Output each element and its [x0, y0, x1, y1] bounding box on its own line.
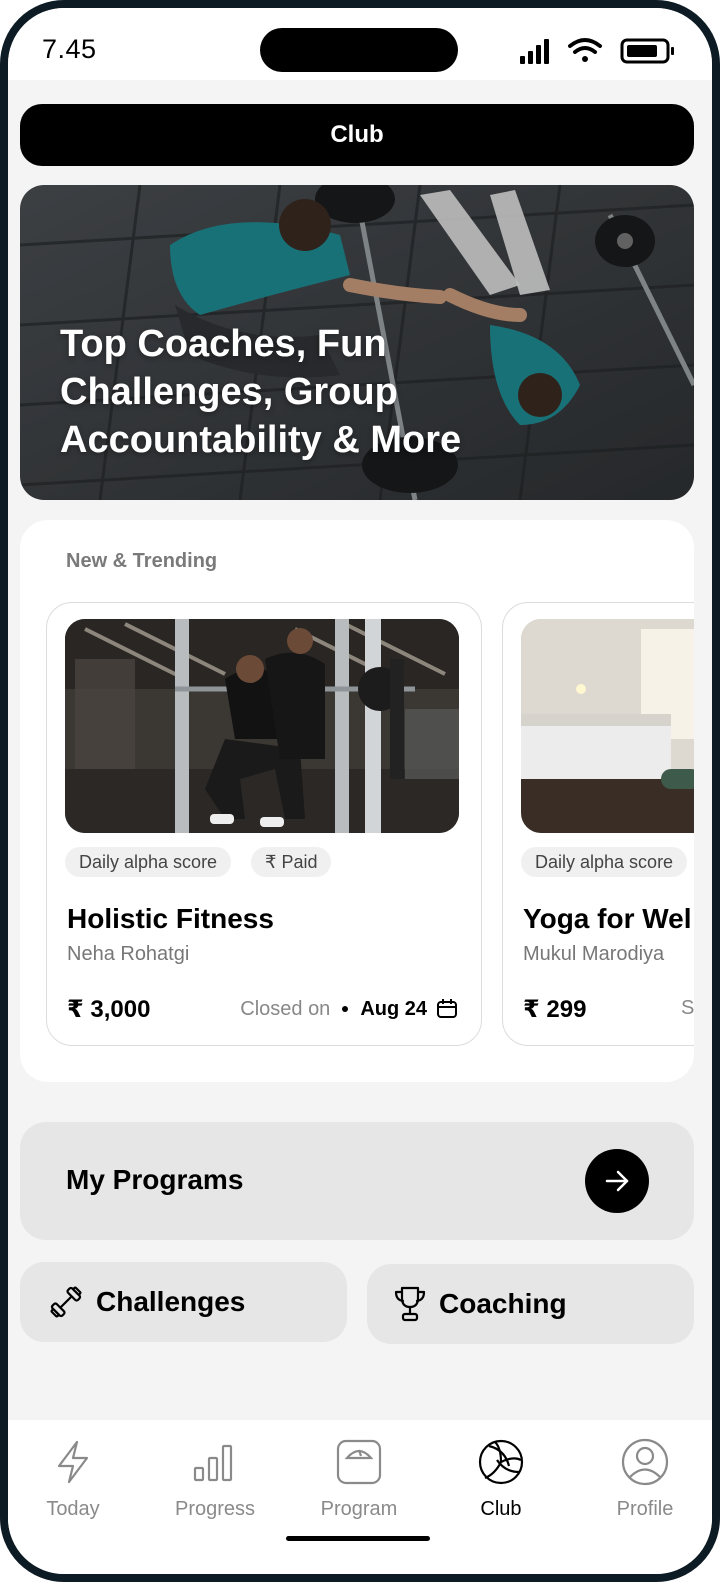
tag-chip: ₹ Paid — [251, 847, 332, 877]
card-price: ₹ 3,000 — [67, 996, 151, 1023]
tab-label: Club — [480, 1498, 522, 1520]
bottom-tab-bar: Today Progress Program Club Profile — [8, 1420, 712, 1574]
status-bar: 7.45 — [8, 8, 712, 80]
card-author: Mukul Marodiya — [523, 943, 665, 965]
volleyball-icon — [478, 1439, 524, 1485]
signal-icon — [520, 39, 549, 64]
card-meta: S — [681, 997, 694, 1020]
card-price: ₹ 299 — [523, 996, 587, 1023]
tab-today[interactable]: Today — [8, 1436, 138, 1526]
card-title: Yoga for Wel — [523, 903, 692, 934]
status-time: 7.45 — [42, 34, 97, 64]
tab-club[interactable]: Club — [436, 1436, 566, 1526]
card-status: S — [681, 997, 694, 1019]
tab-profile[interactable]: Profile — [580, 1436, 710, 1526]
scale-icon — [336, 1439, 382, 1485]
tab-label: Profile — [616, 1498, 674, 1520]
dynamic-island — [260, 28, 458, 72]
my-programs-label: My Programs — [66, 1164, 244, 1195]
lightning-icon — [57, 1440, 89, 1484]
battery-icon — [620, 38, 674, 64]
trending-section: New & Trending Daily alpha score ₹ Paid … — [20, 520, 694, 1082]
program-card[interactable]: Daily alpha score ₹ Paid Holistic Fitnes… — [46, 602, 482, 1046]
separator-dot — [342, 1006, 349, 1012]
arrow-right-icon[interactable] — [585, 1149, 649, 1213]
trophy-icon — [394, 1286, 426, 1322]
card-title: Holistic Fitness — [67, 903, 274, 934]
calendar-icon — [437, 999, 457, 1018]
phone-frame: 7.45 Club Top Coaches, Fun Challenges, G… — [0, 0, 720, 1582]
card-date: Aug 24 — [360, 997, 427, 1020]
coaching-label: Coaching — [439, 1288, 567, 1319]
bar-chart-icon — [193, 1444, 233, 1482]
program-card[interactable]: Daily alpha score Yoga for Wel Mukul Mar… — [502, 602, 694, 1046]
challenges-button[interactable]: Challenges — [20, 1262, 347, 1342]
section-title: New & Trending — [66, 550, 218, 572]
dumbbell-icon — [50, 1286, 82, 1318]
card-author: Neha Rohatgi — [67, 943, 190, 965]
card-photo — [521, 619, 694, 833]
coaching-button[interactable]: Coaching — [367, 1264, 694, 1344]
challenges-label: Challenges — [96, 1286, 246, 1317]
hero-banner[interactable]: Top Coaches, Fun Challenges, Group Accou… — [20, 185, 694, 500]
card-status: Closed on — [240, 997, 331, 1020]
hero-headline: Top Coaches, Fun Challenges, Group Accou… — [60, 323, 462, 461]
page-title: Club — [20, 104, 694, 166]
tab-program[interactable]: Program — [294, 1436, 424, 1526]
card-meta: Closed on Aug 24 — [240, 997, 459, 1021]
tag-chip: Daily alpha score — [65, 847, 232, 877]
tab-label: Program — [320, 1498, 398, 1520]
tag-chip: Daily alpha score — [521, 847, 688, 877]
tab-label: Today — [46, 1498, 100, 1520]
card-photo — [65, 619, 459, 833]
status-icons — [520, 38, 674, 64]
tab-progress[interactable]: Progress — [150, 1436, 280, 1526]
home-indicator — [286, 1536, 430, 1541]
tab-label: Progress — [174, 1498, 256, 1520]
wifi-icon — [568, 38, 602, 62]
my-programs-button[interactable]: My Programs — [20, 1122, 694, 1240]
user-icon — [621, 1438, 669, 1486]
